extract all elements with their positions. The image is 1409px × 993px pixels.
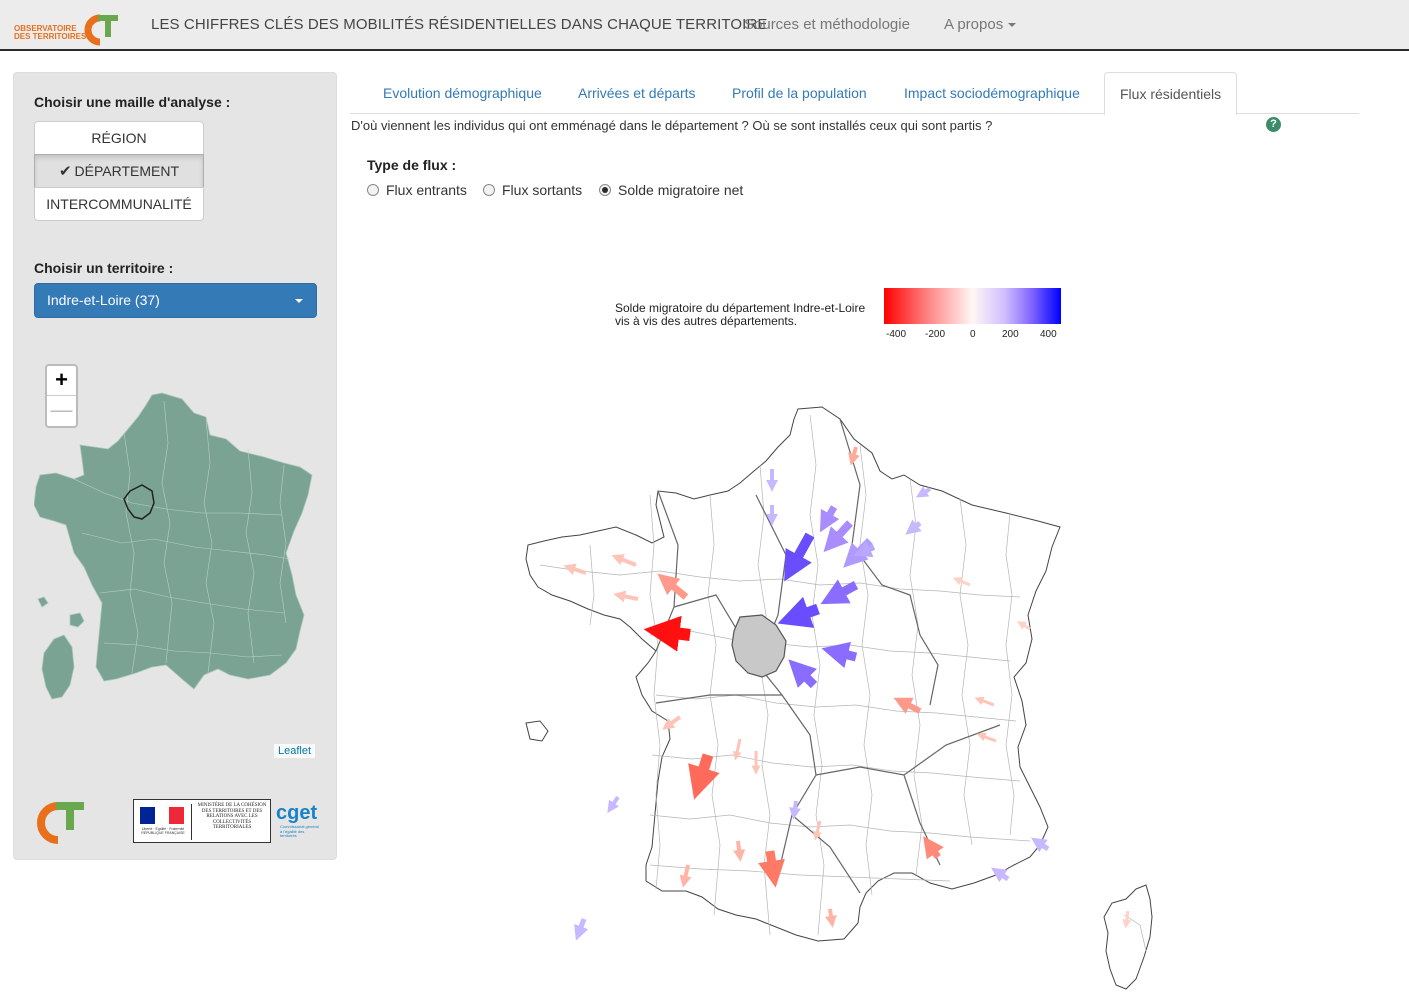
legend-title-line1: Solde migratoire du département Indre-et… [615,301,866,315]
caret-down-icon [295,299,303,303]
cget-logo: cget [276,802,318,824]
territoire-select-value: Indre-et-Loire (37) [47,292,160,308]
help-icon[interactable]: ? [1266,117,1281,132]
radio-flux-entrants[interactable]: Flux entrants [367,182,467,198]
legend-color-scale [884,288,1061,324]
flux-type-label: Type de flux : [367,157,457,173]
ministere-logo: Liberté · Égalité · Fraternité RÉPUBLIQU… [133,799,271,843]
logo-wordmark: OBSERVATOIRE DES TERRITOIRES [14,24,87,41]
ct-logo-icon [37,802,84,844]
legend-tick: 400 [1040,329,1057,340]
legend-title-line2: vis à vis des autres départements. [615,314,798,328]
flux-map[interactable] [500,395,1200,993]
flow-arrow [733,840,746,862]
tab-evolution-demographique[interactable]: Evolution démographique [368,72,557,114]
cget-subtitle: Commissariat général à l'égalité des ter… [280,824,319,838]
flow-arrow [789,800,801,820]
radio-flux-sortants-label: Flux sortants [502,182,583,198]
maille-button-group: RÉGION ✔ DÉPARTEMENT INTERCOMMUNALITÉ [34,121,204,221]
observatoire-logo[interactable]: OBSERVATOIRE DES TERRITOIRES [12,12,122,46]
legend-tick: 200 [1002,329,1019,340]
nav-sources-link[interactable]: Sources et méthodologie [744,16,910,33]
minimap-corsica [41,634,75,700]
map-zoom-control: + — [45,364,78,428]
radio-flux-sortants[interactable]: Flux sortants [483,182,582,198]
gov-divider [191,804,192,840]
radio-circle [367,184,379,196]
legend-title: Solde migratoire du département Indre-et… [615,302,865,328]
flow-arrow [821,641,858,669]
map-mainland-outline [525,406,1061,942]
leaflet-attribution-link[interactable]: Leaflet [274,744,316,758]
flow-arrow [607,795,620,813]
territoire-heading: Choisir un territoire : [34,260,174,276]
maille-heading: Choisir une maille d'analyse : [34,94,231,110]
minimap-mainland [34,392,313,690]
tab-description: D'où viennent les individus qui ont emmé… [351,118,993,133]
map-isle-outline [525,720,549,742]
radio-circle [483,184,495,196]
flow-arrow [758,850,785,888]
flow-arrow [643,615,691,652]
nav-apropos-dropdown[interactable]: A propos [944,16,1017,33]
sidebar-panel: Choisir une maille d'analyse : RÉGION ✔ D… [13,72,337,860]
minimap-isle-re [37,596,49,608]
legend-tick: 0 [970,329,976,340]
tab-profil-population[interactable]: Profil de la population [717,72,882,114]
legend-tick: -200 [925,329,946,340]
tab-arrivees-departs[interactable]: Arrivées et départs [563,72,711,114]
caret-down-icon [1008,23,1017,28]
radio-solde-migratoire-label: Solde migratoire net [618,182,744,198]
radio-flux-entrants-label: Flux entrants [386,182,467,198]
tab-bar: Evolution démographique Arrivées et dépa… [350,72,1359,115]
flow-arrow [825,908,837,928]
map-corsica-outline [1103,884,1153,990]
zoom-out-icon[interactable]: — [47,396,76,426]
tab-impact-sociodemographique[interactable]: Impact sociodémographique [889,72,1095,114]
nav-apropos-label: A propos [944,16,1004,33]
top-navbar: OBSERVATOIRE DES TERRITOIRES LES CHIFFRES… [0,0,1409,51]
french-flag-icon [140,807,184,824]
zoom-in-icon[interactable]: + [47,366,76,396]
gov-ministry-text: MINISTÈRE DE LA COHÉSION DES TERRITOIRES… [197,803,267,831]
gov-republic-text: Liberté · Égalité · Fraternité RÉPUBLIQU… [141,827,185,835]
minimap-isle-oleron [69,612,85,628]
check-icon: ✔ [58,163,72,180]
territoire-select[interactable]: Indre-et-Loire (37) [34,283,317,318]
maille-departement-label: DÉPARTEMENT [74,163,180,179]
maille-departement-button[interactable]: ✔ DÉPARTEMENT [34,154,204,188]
radio-circle-checked [599,184,611,196]
maille-region-button[interactable]: RÉGION [34,121,204,155]
radio-solde-migratoire[interactable]: Solde migratoire net [599,182,743,198]
app-title: LES CHIFFRES CLÉS DES MOBILITÉS RÉSIDENT… [151,16,768,33]
legend-tick: -400 [886,329,907,340]
flow-arrow [1122,910,1132,929]
maille-intercommunalite-button[interactable]: INTERCOMMUNALITÉ [34,187,204,221]
flow-arrow [991,867,1010,883]
tab-flux-residentiels[interactable]: Flux résidentiels [1104,72,1238,115]
flow-arrow [574,918,589,941]
